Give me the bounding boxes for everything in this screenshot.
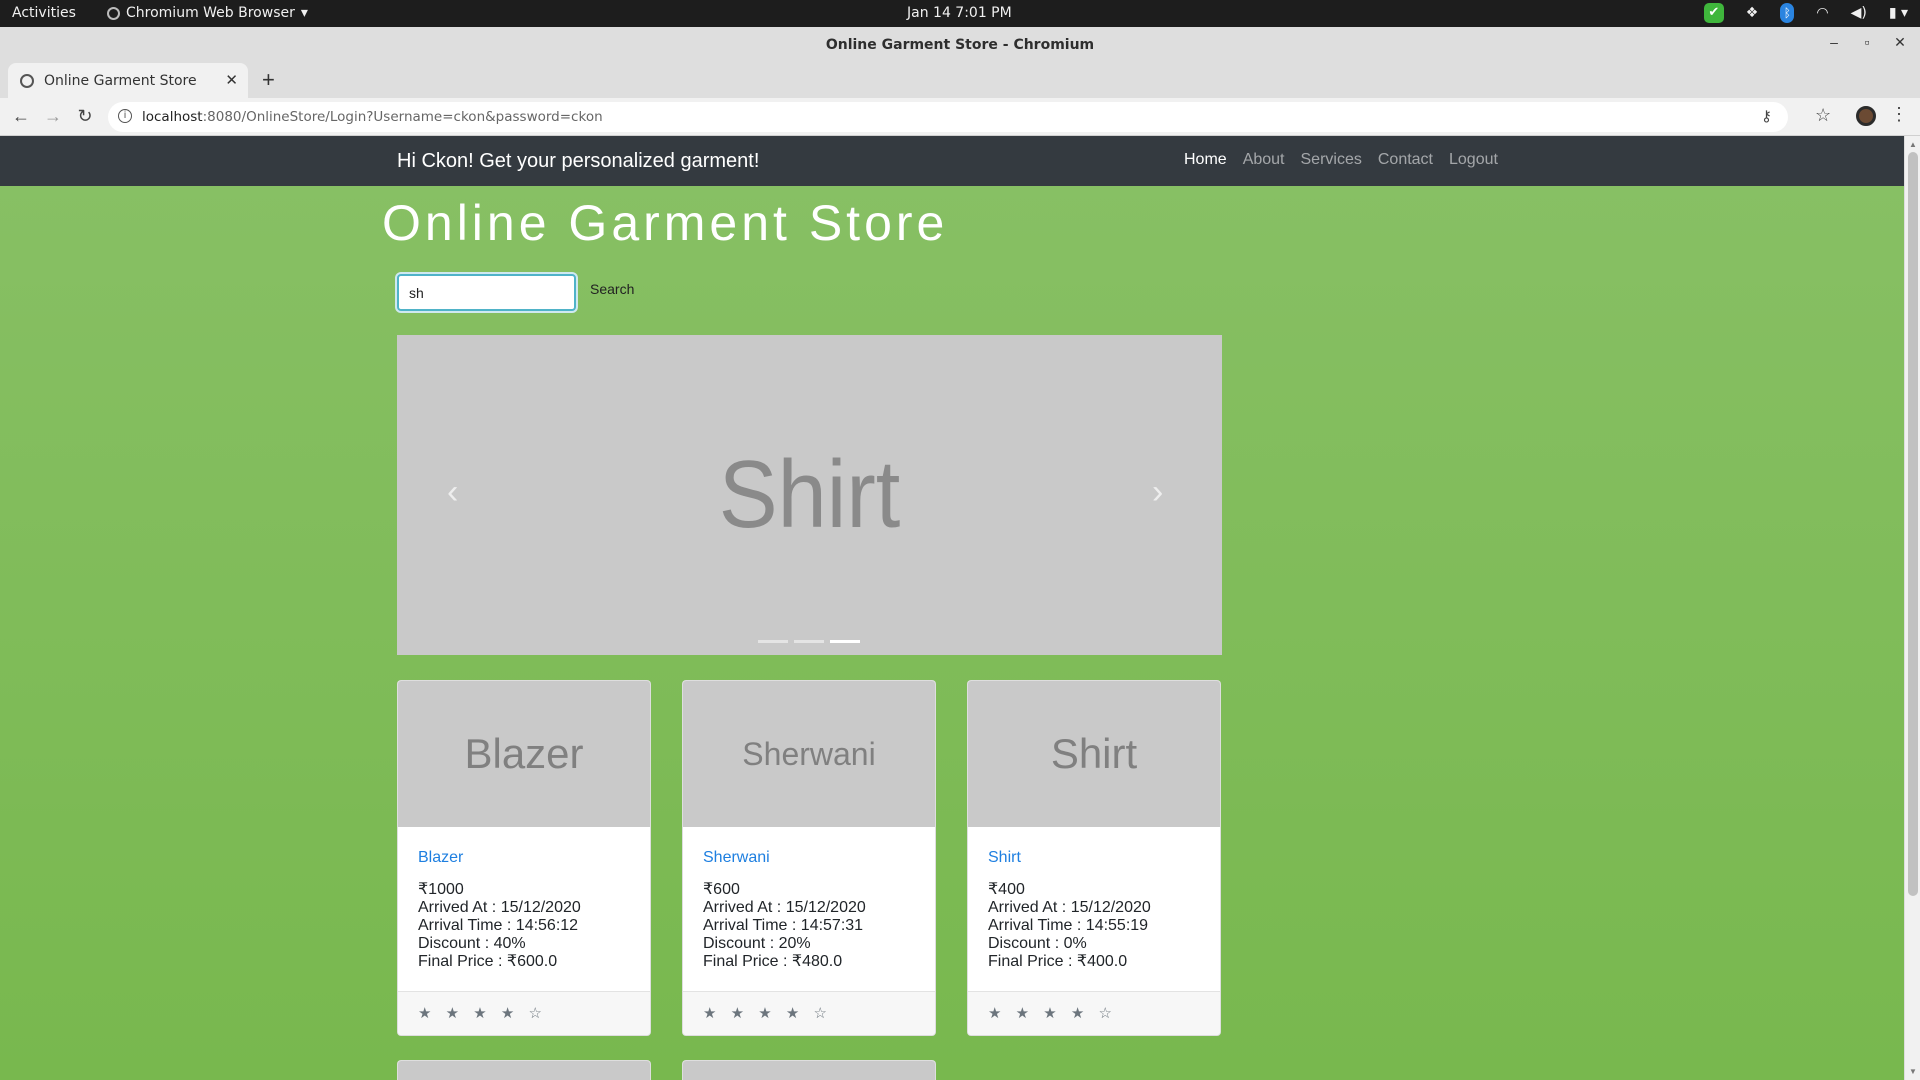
product-card-sherwani: Sherwani Sherwani ₹600 Arrived At : 15/1… — [682, 680, 936, 1036]
app-menu-label: Chromium Web Browser — [126, 5, 295, 21]
card-body: Shirt ₹400 Arrived At : 15/12/2020 Arriv… — [968, 827, 1220, 971]
close-tab-icon[interactable]: ✕ — [225, 71, 238, 89]
product-arrival-time: Arrival Time : 14:56:12 — [418, 917, 579, 934]
url-host: localhost — [142, 109, 203, 125]
globe-icon — [20, 73, 34, 88]
info-icon[interactable]: i — [118, 109, 132, 123]
browser-toolbar: ← → ↻ i localhost:8080/OnlineStore/Login… — [0, 98, 1920, 136]
scrollbar-thumb[interactable] — [1908, 152, 1918, 896]
card-body: Blazer ₹1000 Arrived At : 15/12/2020 Arr… — [398, 827, 650, 971]
product-card-blazer: Blazer Blazer ₹1000 Arrived At : 15/12/2… — [397, 680, 651, 1036]
card-body: Sherwani ₹600 Arrived At : 15/12/2020 Ar… — [683, 827, 935, 971]
product-price: ₹600 — [703, 881, 740, 898]
carousel-indicator[interactable] — [794, 640, 824, 643]
search-input[interactable] — [397, 274, 576, 311]
scroll-down-icon[interactable]: ▼ — [1909, 1067, 1917, 1076]
page-viewport: Hi Ckon! Get your personalized garment! … — [0, 136, 1904, 1080]
navbar-greeting[interactable]: Hi Ckon! Get your personalized garment! — [397, 150, 759, 173]
product-thumbnail — [398, 1061, 650, 1080]
carousel-indicator-active[interactable] — [830, 640, 860, 643]
forward-icon[interactable]: → — [42, 106, 64, 127]
system-tray[interactable]: ✔ ❖ ᛒ ◠ ◀) ▮ ▾ — [1703, 3, 1908, 23]
product-name-link[interactable]: Blazer — [418, 849, 630, 867]
product-card-shirt: Shirt Shirt ₹400 Arrived At : 15/12/2020… — [967, 680, 1221, 1036]
close-window-icon[interactable]: ✕ — [1890, 34, 1910, 51]
product-price: ₹400 — [988, 881, 1025, 898]
key-icon[interactable]: ⚷ — [1761, 107, 1772, 125]
window-title-bar: Online Garment Store - Chromium – ▫ ✕ — [0, 27, 1920, 63]
product-price: ₹1000 — [418, 881, 464, 898]
product-thumbnail — [683, 1061, 935, 1080]
rating-stars: ★ ★ ★ ★ ☆ — [398, 991, 650, 1035]
product-discount: Discount : 40% — [418, 935, 526, 952]
rating-stars: ★ ★ ★ ★ ☆ — [968, 991, 1220, 1035]
bookmark-star-icon[interactable]: ☆ — [1815, 105, 1831, 126]
tab-strip: Online Garment Store ✕ + — [0, 63, 1920, 98]
reload-icon[interactable]: ↻ — [74, 106, 96, 127]
tab-online-garment-store[interactable]: Online Garment Store ✕ — [8, 63, 248, 98]
product-discount: Discount : 20% — [703, 935, 811, 952]
menu-kebab-icon[interactable]: ⋮ — [1890, 104, 1908, 125]
url-path: :8080/OnlineStore/Login?Username=ckon&pa… — [202, 109, 603, 125]
carousel: Shirt ‹ › — [397, 335, 1222, 655]
nav-link-contact[interactable]: Contact — [1378, 151, 1433, 169]
carousel-next-icon[interactable]: › — [1152, 473, 1163, 512]
product-thumbnail: Shirt — [968, 681, 1220, 827]
product-discount: Discount : 0% — [988, 935, 1087, 952]
address-bar[interactable]: i localhost:8080/OnlineStore/Login?Usern… — [108, 102, 1788, 132]
product-thumbnail: Blazer — [398, 681, 650, 827]
product-arrived-at: Arrived At : 15/12/2020 — [988, 899, 1151, 916]
nav-link-home[interactable]: Home — [1184, 151, 1227, 169]
product-name-link[interactable]: Shirt — [988, 849, 1200, 867]
nav-link-logout[interactable]: Logout — [1449, 151, 1498, 169]
app-menu[interactable]: Chromium Web Browser ▾ — [107, 5, 308, 21]
product-arrived-at: Arrived At : 15/12/2020 — [418, 899, 581, 916]
window-title: Online Garment Store - Chromium — [825, 37, 1095, 53]
product-card-partial — [682, 1060, 936, 1080]
maximize-icon[interactable]: ▫ — [1857, 34, 1877, 50]
product-thumbnail: Sherwani — [683, 681, 935, 827]
rating-stars: ★ ★ ★ ★ ☆ — [683, 991, 935, 1035]
product-final-price: Final Price : ₹400.0 — [988, 953, 1128, 970]
update-check-icon[interactable]: ✔ — [1703, 3, 1724, 23]
battery-icon[interactable]: ▮ ▾ — [1889, 5, 1908, 21]
carousel-indicator[interactable] — [758, 640, 788, 643]
scroll-up-icon[interactable]: ▲ — [1909, 140, 1917, 149]
volume-icon[interactable]: ◀) — [1851, 5, 1867, 21]
carousel-indicators — [758, 640, 860, 643]
product-arrival-time: Arrival Time : 14:57:31 — [703, 917, 864, 934]
search-button[interactable]: Search — [590, 281, 634, 297]
minimize-icon[interactable]: – — [1824, 34, 1844, 50]
activities-button[interactable]: Activities — [12, 5, 76, 21]
chevron-down-icon: ▾ — [300, 5, 308, 21]
url-text[interactable]: localhost:8080/OnlineStore/Login?Usernam… — [142, 109, 603, 125]
carousel-slide-label: Shirt — [718, 441, 901, 548]
product-final-price: Final Price : ₹480.0 — [703, 953, 843, 970]
wifi-icon[interactable]: ◠ — [1816, 5, 1828, 21]
nav-link-about[interactable]: About — [1243, 151, 1285, 169]
system-top-bar: Activities Chromium Web Browser ▾ Jan 14… — [0, 0, 1920, 27]
bluetooth-icon[interactable]: ᛒ — [1780, 3, 1795, 23]
product-arrival-time: Arrival Time : 14:55:19 — [988, 917, 1149, 934]
nav-link-services[interactable]: Services — [1301, 151, 1362, 169]
chromium-icon — [107, 6, 120, 20]
clock[interactable]: Jan 14 7:01 PM — [907, 5, 1012, 21]
page-title: Online Garment Store — [382, 195, 949, 251]
profile-avatar[interactable] — [1856, 106, 1876, 126]
page-scrollbar[interactable]: ▲ ▼ — [1904, 136, 1920, 1080]
product-arrived-at: Arrived At : 15/12/2020 — [703, 899, 866, 916]
back-icon[interactable]: ← — [10, 106, 32, 127]
tab-title: Online Garment Store — [44, 72, 197, 89]
product-final-price: Final Price : ₹600.0 — [418, 953, 558, 970]
dropbox-icon[interactable]: ❖ — [1746, 5, 1759, 21]
carousel-prev-icon[interactable]: ‹ — [447, 473, 458, 512]
product-name-link[interactable]: Sherwani — [703, 849, 915, 867]
site-navbar: Hi Ckon! Get your personalized garment! … — [0, 136, 1904, 186]
navbar-links: Home About Services Contact Logout — [1184, 151, 1498, 169]
new-tab-button[interactable]: + — [262, 67, 275, 93]
product-card-partial — [397, 1060, 651, 1080]
